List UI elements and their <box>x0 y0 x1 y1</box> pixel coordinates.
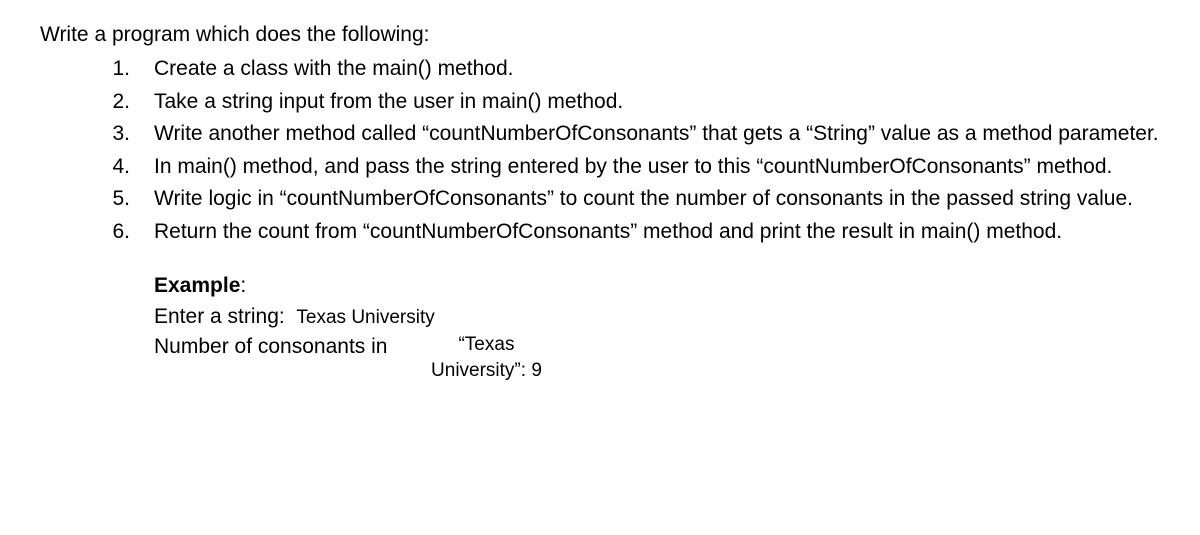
item-text: Write logic in “countNumberOfConsonants”… <box>154 184 1160 214</box>
list-item: 3. Write another method called “countNum… <box>40 119 1160 149</box>
list-item: 6. Return the count from “countNumberOfC… <box>40 217 1160 247</box>
item-text: Return the count from “countNumberOfCons… <box>154 217 1160 247</box>
item-number: 5. <box>96 184 130 214</box>
example-line-1: Enter a string: Texas University <box>154 302 1160 332</box>
item-number: 1. <box>96 54 130 84</box>
item-text: Write another method called “countNumber… <box>154 119 1160 149</box>
example-colon: : <box>240 274 246 297</box>
example-result-prefix: Number of consonants in <box>154 332 387 362</box>
item-number: 6. <box>96 217 130 247</box>
item-number: 4. <box>96 152 130 182</box>
example-block: Example: Enter a string: Texas Universit… <box>40 271 1160 383</box>
steps-list: 1. Create a class with the main() method… <box>40 54 1160 247</box>
example-result-quoted: “Texas University”: 9 <box>411 332 561 383</box>
item-text: In main() method, and pass the string en… <box>154 152 1160 182</box>
list-item: 2. Take a string input from the user in … <box>40 87 1160 117</box>
item-text: Take a string input from the user in mai… <box>154 87 1160 117</box>
example-prompt: Enter a string: <box>154 305 296 328</box>
list-item: 1. Create a class with the main() method… <box>40 54 1160 84</box>
example-input-value: Texas University <box>296 307 434 328</box>
intro-text: Write a program which does the following… <box>40 20 1160 50</box>
item-text: Create a class with the main() method. <box>154 54 1160 84</box>
item-number: 2. <box>96 87 130 117</box>
item-number: 3. <box>96 119 130 149</box>
list-item: 5. Write logic in “countNumberOfConsonan… <box>40 184 1160 214</box>
example-label: Example <box>154 274 240 297</box>
example-line-2: Number of consonants in “Texas Universit… <box>154 332 1160 383</box>
list-item: 4. In main() method, and pass the string… <box>40 152 1160 182</box>
example-heading: Example: <box>154 271 1160 301</box>
